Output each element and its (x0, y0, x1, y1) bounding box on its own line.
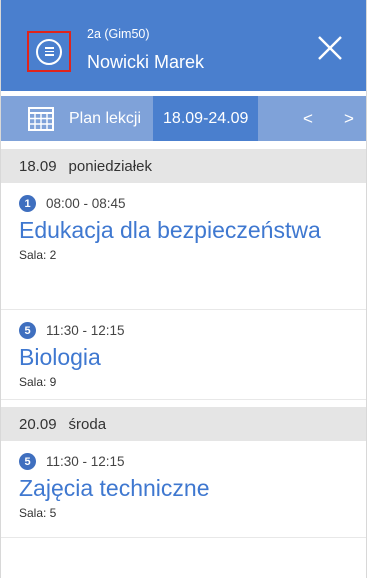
lesson-time: 08:00 - 08:45 (46, 196, 126, 211)
header-bar: 2a (Gim50) Nowicki Marek (1, 0, 366, 91)
close-icon[interactable] (316, 34, 344, 62)
lesson-item[interactable]: 1 08:00 - 08:45 Edukacja dla bezpieczeńs… (1, 183, 366, 310)
lesson-subject[interactable]: Zajęcia techniczne (19, 474, 339, 503)
calendar-icon[interactable] (28, 106, 54, 131)
day-date: 18.09 (19, 157, 57, 175)
student-name: Nowicki Marek (87, 52, 205, 72)
day-date: 20.09 (19, 415, 57, 433)
day-name: środa (68, 415, 107, 433)
schedule-toolbar: Plan lekcji 18.09-24.09 < > (1, 96, 366, 141)
day-name: poniedziałek (68, 157, 152, 175)
menu-icon (36, 38, 62, 65)
lesson-time: 11:30 - 12:15 (46, 323, 125, 338)
plan-label: Plan lekcji (69, 109, 142, 127)
lesson-item[interactable]: 5 11:30 - 12:15 Zajęcia techniczne Sala:… (1, 441, 366, 538)
lesson-item[interactable]: 5 11:30 - 12:15 Biologia Sala: 9 (1, 310, 366, 400)
lesson-time: 11:30 - 12:15 (46, 454, 125, 469)
lesson-room: Sala: 2 (19, 248, 57, 262)
menu-button[interactable] (27, 31, 71, 72)
day-header: 18.09 poniedziałek (1, 149, 366, 183)
next-week-button[interactable]: > (334, 96, 364, 141)
lesson-subject[interactable]: Edukacja dla bezpieczeństwa (19, 216, 339, 245)
lesson-room: Sala: 9 (19, 375, 57, 389)
class-label: 2a (Gim50) (87, 27, 150, 41)
lesson-room: Sala: 5 (19, 506, 57, 520)
lesson-number-badge: 5 (19, 322, 36, 339)
lesson-subject[interactable]: Biologia (19, 343, 339, 372)
date-range[interactable]: 18.09-24.09 (153, 96, 259, 141)
day-header: 20.09 środa (1, 407, 366, 441)
app-frame: 2a (Gim50) Nowicki Marek Plan lekcji 18.… (0, 0, 367, 578)
lesson-number-badge: 5 (19, 453, 36, 470)
lesson-number-badge: 1 (19, 195, 36, 212)
prev-week-button[interactable]: < (293, 96, 323, 141)
